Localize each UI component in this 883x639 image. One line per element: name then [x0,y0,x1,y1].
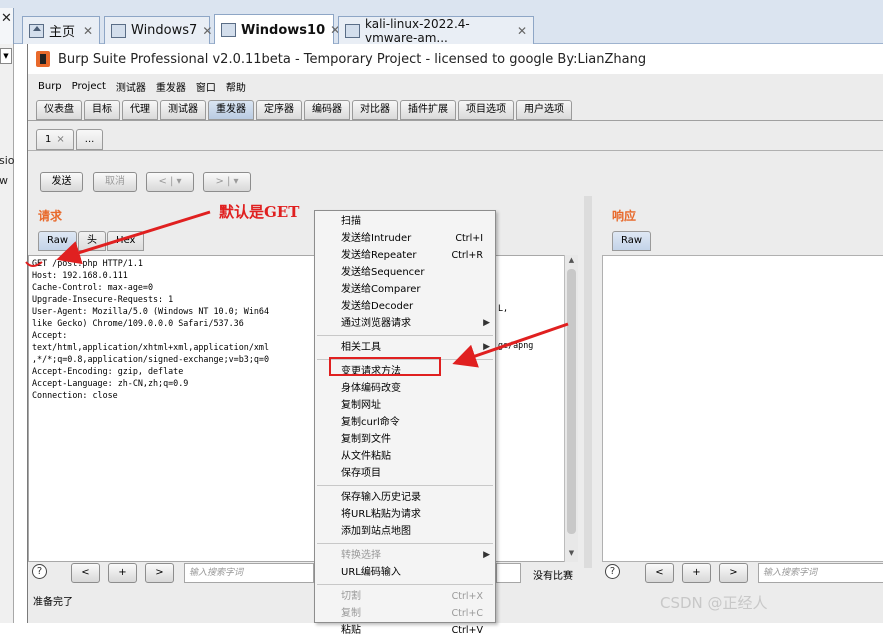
annotation-mark [25,261,43,267]
menu-item-label: 粘贴 [341,625,361,636]
annotation-arrows [25,210,569,368]
annotation-label: 默认是GET [219,203,300,221]
watermark: CSDN @正经人 [660,594,768,612]
menu-item-shortcut: Ctrl+V [451,625,483,636]
annotation-arrow [452,322,569,368]
context-menu-item[interactable]: 粘贴 Ctrl+V [315,622,495,639]
annotation-arrow [56,210,211,265]
